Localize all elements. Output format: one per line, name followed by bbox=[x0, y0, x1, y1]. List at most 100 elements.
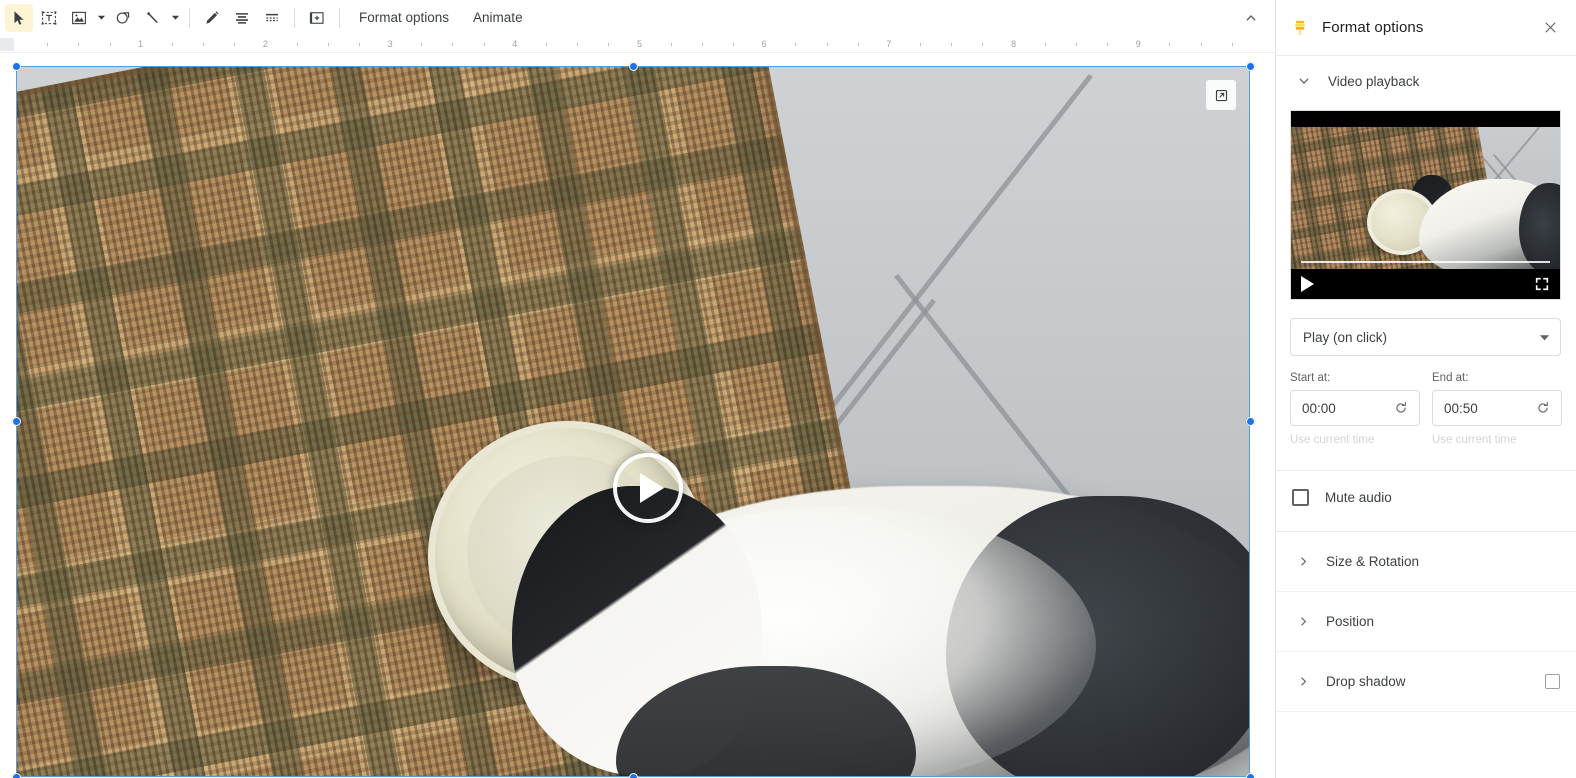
ruler-tick bbox=[670, 43, 672, 46]
ruler-tick bbox=[1169, 43, 1171, 46]
ruler-tick bbox=[1107, 43, 1109, 46]
mute-audio-row[interactable]: Mute audio bbox=[1276, 471, 1576, 523]
start-at-input[interactable] bbox=[1302, 400, 1391, 416]
ruler-tick bbox=[1200, 43, 1202, 46]
ruler-tick bbox=[701, 43, 703, 46]
chevron-down-icon bbox=[1292, 74, 1316, 88]
time-range-row: Start at: Use current time End at: bbox=[1276, 372, 1576, 446]
section-drop-shadow[interactable]: Drop shadow bbox=[1276, 652, 1576, 711]
ruler-tick bbox=[47, 43, 49, 46]
ruler-tick bbox=[358, 43, 360, 46]
ruler-tick bbox=[296, 43, 298, 46]
close-icon bbox=[1545, 22, 1555, 33]
fullscreen-icon[interactable] bbox=[1534, 276, 1550, 292]
resize-handle-se[interactable] bbox=[1245, 772, 1255, 778]
open-in-new-icon bbox=[1215, 89, 1227, 101]
line-tool-button[interactable] bbox=[139, 4, 167, 32]
open-in-new-button[interactable] bbox=[1206, 80, 1236, 110]
video-frame-image bbox=[16, 66, 1250, 777]
video-preview-frame bbox=[1291, 127, 1560, 269]
ruler-track: 1 2 3 4 5 6 7 8 9 bbox=[16, 38, 1263, 51]
section-video-playback-label: Video playback bbox=[1328, 73, 1420, 89]
ruler-number: 6 bbox=[761, 39, 767, 49]
close-panel-button[interactable] bbox=[1536, 14, 1564, 42]
collapse-toolbar-button[interactable] bbox=[1237, 4, 1265, 32]
shape-tool-button[interactable] bbox=[109, 4, 137, 32]
play-video-button[interactable] bbox=[613, 453, 683, 523]
ruler-tick bbox=[577, 43, 579, 46]
mute-audio-checkbox[interactable] bbox=[1292, 488, 1309, 506]
ruler-tick bbox=[327, 43, 329, 46]
mute-audio-label: Mute audio bbox=[1325, 489, 1392, 505]
ruler-tick bbox=[452, 43, 454, 46]
pen-tool-button[interactable] bbox=[198, 4, 226, 32]
textbox-tool-button[interactable] bbox=[35, 4, 63, 32]
end-at-field[interactable] bbox=[1432, 390, 1562, 426]
image-tool-caret[interactable] bbox=[94, 4, 108, 32]
toolbar-divider-2 bbox=[294, 7, 295, 28]
toolbar-divider-1 bbox=[189, 7, 190, 28]
image-tool-button[interactable] bbox=[65, 4, 93, 32]
resize-handle-s[interactable] bbox=[628, 772, 638, 778]
section-video-playback[interactable]: Video playback bbox=[1276, 56, 1576, 106]
start-at-use-current-time[interactable]: Use current time bbox=[1290, 434, 1420, 446]
ruler-tick bbox=[982, 43, 984, 46]
layout-tool-button[interactable] bbox=[258, 4, 286, 32]
lines-icon bbox=[236, 12, 248, 24]
start-at-field[interactable] bbox=[1290, 390, 1420, 426]
chevron-right-icon bbox=[1292, 555, 1314, 568]
end-at-input[interactable] bbox=[1444, 400, 1533, 416]
preview-play-button[interactable] bbox=[1301, 276, 1314, 292]
cursor-icon bbox=[14, 10, 24, 25]
ruler-tick bbox=[78, 43, 80, 46]
refresh-icon bbox=[1396, 401, 1406, 413]
resize-handle-sw[interactable] bbox=[11, 772, 21, 778]
ruler-tick bbox=[920, 43, 922, 46]
ruler-number: 2 bbox=[262, 39, 268, 49]
end-at-use-current-time[interactable]: Use current time bbox=[1432, 434, 1562, 446]
toolbar: Format options Animate bbox=[0, 0, 1275, 36]
section-size-rotation[interactable]: Size & Rotation bbox=[1276, 532, 1576, 591]
section-position[interactable]: Position bbox=[1276, 592, 1576, 651]
background-tool-button[interactable] bbox=[228, 4, 256, 32]
panel-title: Format options bbox=[1322, 19, 1424, 36]
ruler-tick bbox=[109, 43, 111, 46]
format-options-panel: Format options Video playback Play (on c… bbox=[1275, 0, 1576, 778]
horizontal-ruler[interactable]: 1 2 3 4 5 6 7 8 9 bbox=[0, 36, 1275, 53]
drop-shadow-checkbox[interactable] bbox=[1545, 674, 1560, 689]
video-object[interactable] bbox=[16, 66, 1250, 777]
format-options-button[interactable]: Format options bbox=[349, 4, 459, 32]
end-at-label: End at: bbox=[1432, 372, 1469, 384]
transition-icon bbox=[309, 11, 324, 24]
video-preview[interactable] bbox=[1290, 110, 1561, 300]
start-at-group: Start at: Use current time bbox=[1290, 372, 1420, 446]
slide-canvas[interactable] bbox=[0, 53, 1275, 778]
ruler-tick bbox=[234, 43, 236, 46]
ruler-number: 3 bbox=[387, 39, 393, 49]
end-at-group: End at: Use current time bbox=[1432, 372, 1562, 446]
playback-mode-select[interactable]: Play (on click) bbox=[1290, 318, 1561, 356]
resize-handle-nw[interactable] bbox=[11, 61, 21, 71]
start-at-reset-button[interactable] bbox=[1391, 398, 1411, 418]
toolbar-divider-3 bbox=[339, 7, 340, 28]
ruler-tick bbox=[795, 43, 797, 46]
resize-handle-n[interactable] bbox=[628, 61, 638, 71]
resize-handle-e[interactable] bbox=[1245, 417, 1255, 426]
ruler-tick bbox=[483, 43, 485, 46]
ruler-tick bbox=[1044, 43, 1046, 46]
ruler-tick bbox=[545, 43, 547, 46]
pencil-icon bbox=[206, 10, 219, 24]
chevron-down-icon bbox=[171, 15, 179, 20]
preview-progress-bar[interactable] bbox=[1301, 261, 1550, 263]
resize-handle-ne[interactable] bbox=[1245, 61, 1255, 71]
line-tool-caret[interactable] bbox=[168, 4, 182, 32]
animate-button[interactable]: Animate bbox=[463, 4, 533, 32]
section-drop-shadow-label: Drop shadow bbox=[1326, 674, 1406, 689]
transition-tool-button[interactable] bbox=[303, 4, 331, 32]
layout-icon bbox=[266, 13, 278, 21]
end-at-reset-button[interactable] bbox=[1533, 398, 1553, 418]
chevron-up-icon bbox=[1246, 15, 1256, 21]
select-tool-button[interactable] bbox=[5, 3, 33, 32]
ruler-number: 5 bbox=[636, 39, 643, 49]
resize-handle-w[interactable] bbox=[11, 417, 21, 426]
